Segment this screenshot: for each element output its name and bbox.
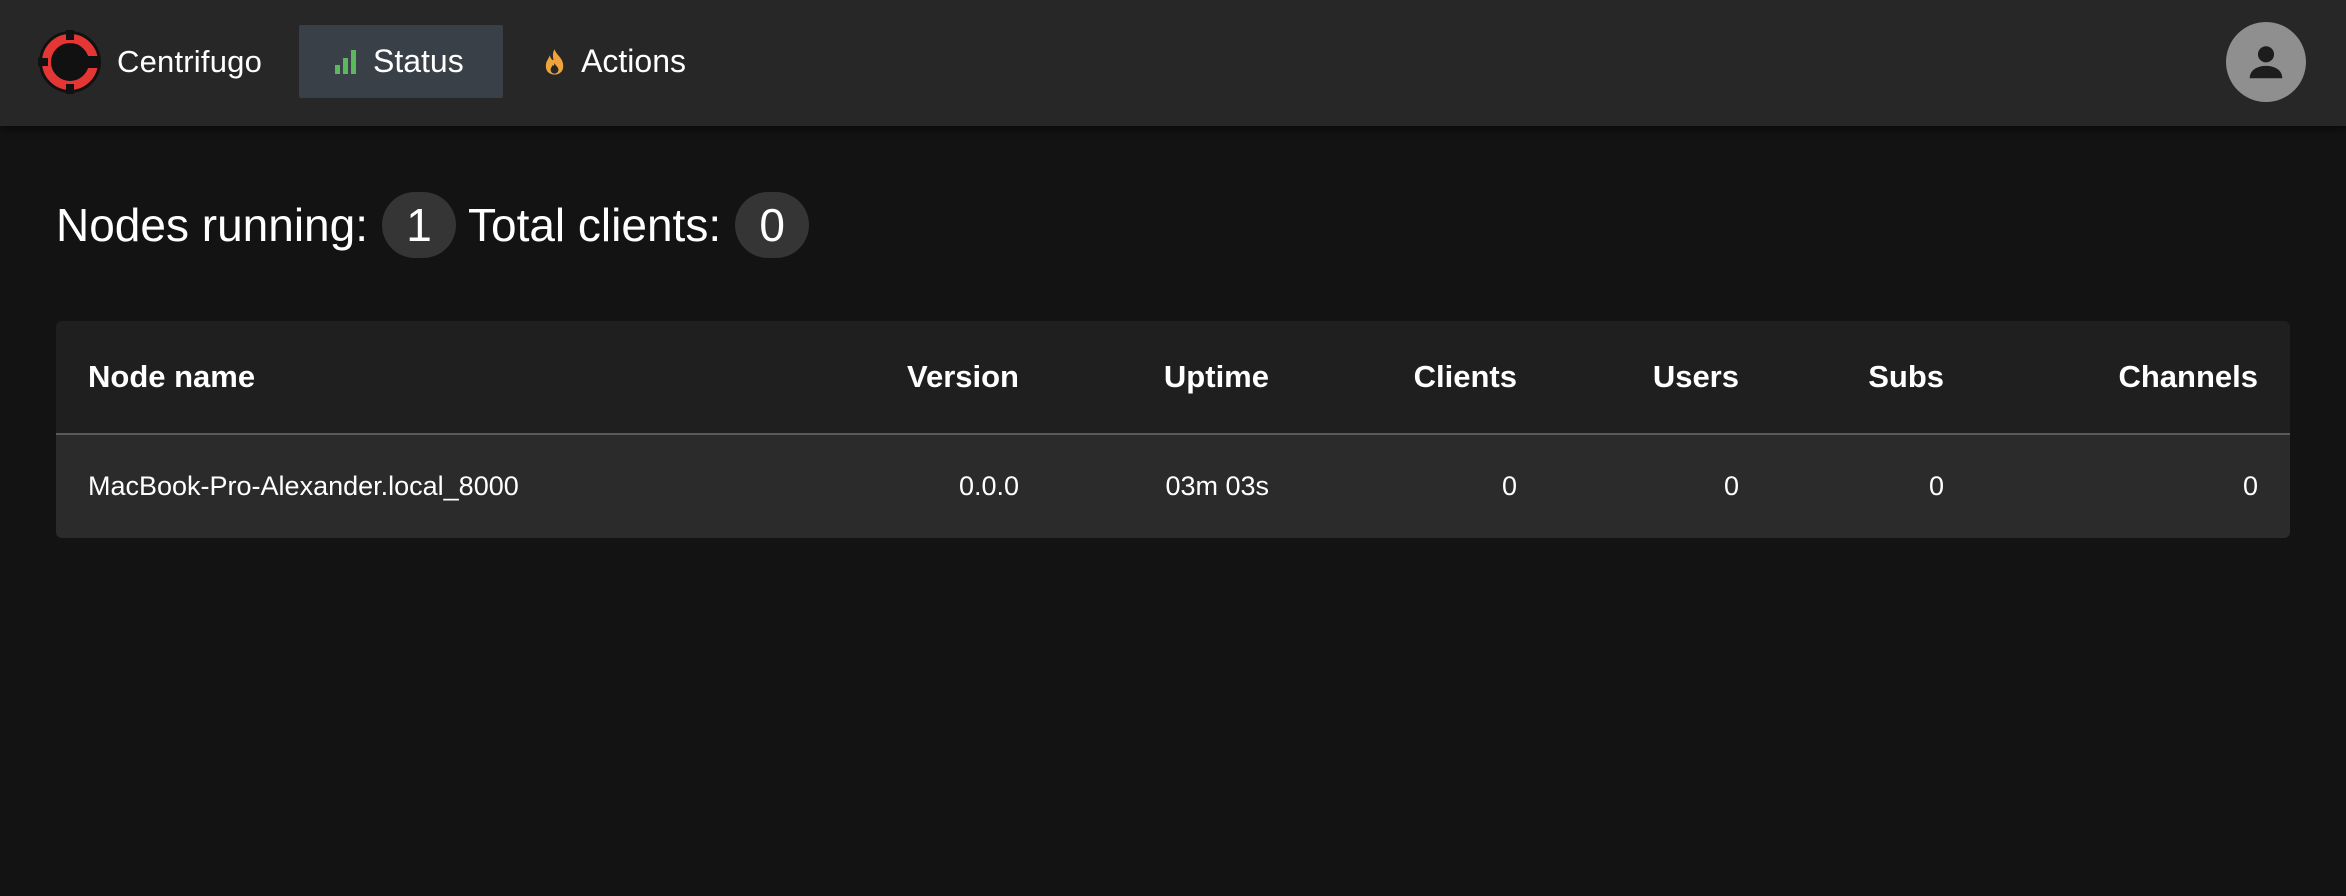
cell-channels: 0	[2242, 471, 2258, 501]
account-icon	[2249, 46, 2283, 79]
nodes-table: Node name Version Uptime Clients Users S…	[56, 321, 2290, 538]
total-clients-count-badge: 0	[735, 192, 810, 258]
column-header-clients[interactable]: Clients	[1301, 321, 1549, 435]
column-header-subs[interactable]: Subs	[1771, 321, 1976, 435]
cell-users: 0	[1723, 471, 1739, 501]
column-header-version[interactable]: Version	[816, 321, 1051, 435]
column-header-channels[interactable]: Channels	[1976, 321, 2290, 435]
nav-tab-actions-label: Actions	[581, 43, 686, 79]
cluster-summary: Nodes running: 1 Total clients: 0	[56, 192, 821, 258]
signal-bars-icon	[335, 49, 356, 74]
nodes-running-label: Nodes running:	[56, 199, 368, 251]
centrifugo-logo-icon	[38, 30, 101, 94]
cell-version: 0.0.0	[958, 471, 1019, 501]
fire-icon	[545, 48, 564, 75]
cell-clients: 0	[1501, 471, 1517, 501]
nav-tab-actions[interactable]: Actions	[508, 25, 718, 98]
cell-node-name: MacBook-Pro-Alexander.local_8000	[88, 471, 519, 501]
nav-tab-status-label: Status	[373, 43, 464, 79]
table-header-row: Node name Version Uptime Clients Users S…	[56, 321, 2290, 435]
column-header-node-name[interactable]: Node name	[56, 321, 816, 435]
nodes-table-card: Node name Version Uptime Clients Users S…	[56, 321, 2290, 538]
column-header-uptime[interactable]: Uptime	[1051, 321, 1301, 435]
app-name: Centrifugo	[117, 44, 263, 79]
total-clients-label: Total clients:	[467, 199, 722, 251]
nav-tab-status[interactable]: Status	[299, 25, 503, 98]
nodes-running-count-badge: 1	[381, 192, 456, 258]
cell-uptime: 03m 03s	[1165, 471, 1269, 501]
cell-subs: 0	[1928, 471, 1944, 501]
column-header-users[interactable]: Users	[1549, 321, 1771, 435]
top-app-bar: Centrifugo Status Actions	[0, 0, 2346, 126]
table-row[interactable]: MacBook-Pro-Alexander.local_8000 0.0.0 0…	[56, 434, 2290, 538]
brand-home-link[interactable]: Centrifugo	[38, 30, 262, 94]
user-menu-button[interactable]	[2226, 22, 2306, 102]
